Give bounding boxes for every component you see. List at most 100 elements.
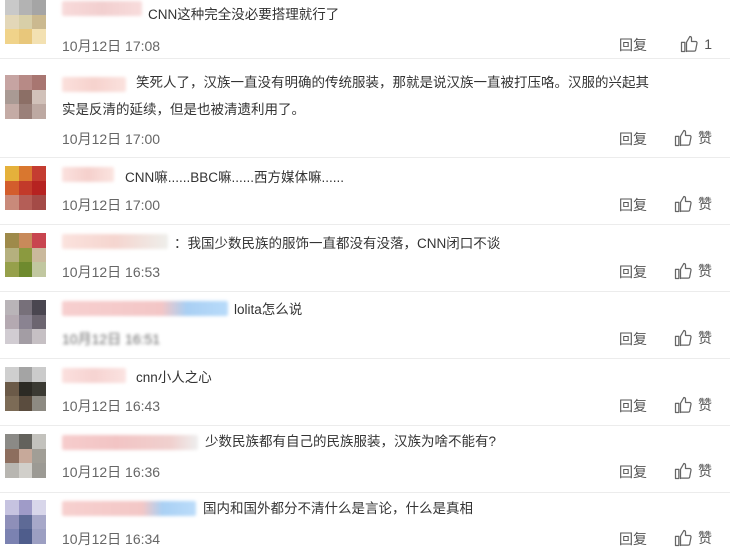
avatar-pixel <box>5 0 19 15</box>
thumbs-up-icon <box>674 462 692 480</box>
avatar-pixel <box>32 233 46 248</box>
avatar[interactable] <box>5 166 46 210</box>
username-blurred[interactable] <box>62 167 114 182</box>
avatar-pixel <box>5 314 19 330</box>
avatar-pixel <box>5 367 19 382</box>
reply-button[interactable]: 回复 <box>619 262 647 282</box>
timestamp: 10月12日 17:08 <box>62 38 161 54</box>
username-blurred[interactable] <box>62 501 196 516</box>
comment-text: 少数民族都有自己的民族服装，汉族为啥不能有? <box>205 434 497 449</box>
comment-text-line-2: 实是反清的延续，但是也被清遗利用了。 <box>62 102 305 117</box>
avatar[interactable] <box>5 434 46 478</box>
avatar-pixel <box>18 180 33 196</box>
avatar-pixel <box>5 448 19 464</box>
avatar-pixel <box>32 300 46 315</box>
like-count: 1 <box>704 36 712 52</box>
avatar-pixel <box>32 195 46 210</box>
like-button[interactable]: 1 <box>679 34 712 54</box>
like-label: 赞 <box>698 130 712 146</box>
comment-text: CNN嘛......BBC嘛......西方媒体嘛...... <box>125 170 345 185</box>
username-blurred[interactable] <box>62 234 168 249</box>
avatar-pixel <box>32 104 46 119</box>
avatar-pixel <box>32 75 46 90</box>
reply-button[interactable]: 回复 <box>619 529 647 549</box>
avatar[interactable] <box>5 500 46 544</box>
username-blurred[interactable] <box>62 301 228 316</box>
comment-item: CNN嘛......BBC嘛......西方媒体嘛...... 10月12日 1… <box>0 158 730 225</box>
avatar-pixel <box>32 14 46 30</box>
reply-button[interactable]: 回复 <box>619 195 647 215</box>
avatar-pixel <box>18 529 33 544</box>
username-blurred[interactable] <box>62 1 142 16</box>
avatar-pixel <box>18 262 33 277</box>
avatar-pixel <box>5 89 19 105</box>
comment-item: 国内和国外都分不清什么是言论，什么是真相 10月12日 16:34 回复 赞 <box>0 492 730 558</box>
avatar-pixel <box>32 329 46 344</box>
avatar-pixel <box>32 180 46 196</box>
avatar[interactable] <box>5 300 46 344</box>
avatar-pixel <box>18 514 33 530</box>
like-button[interactable]: 赞 <box>673 194 712 214</box>
avatar-pixel <box>5 329 19 344</box>
like-label: 赞 <box>698 263 712 279</box>
avatar[interactable] <box>5 233 46 277</box>
like-button[interactable]: 赞 <box>673 128 712 148</box>
avatar-pixel <box>5 500 19 515</box>
reply-button[interactable]: 回复 <box>619 396 647 416</box>
reply-button[interactable]: 回复 <box>619 462 647 482</box>
avatar-pixel <box>5 75 19 90</box>
avatar-pixel <box>5 233 19 248</box>
avatar-pixel <box>32 463 46 478</box>
avatar-pixel <box>18 434 33 449</box>
avatar[interactable] <box>5 0 46 44</box>
reply-button[interactable]: 回复 <box>619 35 647 55</box>
thumbs-up-icon <box>681 35 698 53</box>
avatar-pixel <box>5 166 19 181</box>
avatar-pixel <box>5 529 19 544</box>
avatar-pixel <box>18 233 33 248</box>
like-button[interactable]: 赞 <box>673 261 712 281</box>
like-label: 赞 <box>698 330 712 346</box>
thumbs-up-icon <box>674 129 692 147</box>
thumbs-up-icon <box>674 396 692 414</box>
timestamp: 10月12日 16:51 <box>62 331 161 347</box>
username-blurred[interactable] <box>62 435 198 450</box>
avatar-pixel <box>18 448 33 464</box>
avatar-pixel <box>32 262 46 277</box>
avatar-pixel <box>18 247 33 263</box>
thumbs-up-icon <box>674 329 692 347</box>
like-button[interactable]: 赞 <box>673 461 712 481</box>
comment-list: CNN这种完全没必要搭理就行了 10月12日 17:08 回复 1 笑死人了，汉… <box>0 0 730 558</box>
like-label: 赞 <box>698 530 712 546</box>
avatar-pixel <box>32 89 46 105</box>
username-blurred[interactable] <box>62 368 126 383</box>
like-button[interactable]: 赞 <box>673 328 712 348</box>
avatar-pixel <box>32 166 46 181</box>
like-label: 赞 <box>698 196 712 212</box>
avatar-pixel <box>32 0 46 15</box>
timestamp: 10月12日 16:53 <box>62 264 161 280</box>
like-button[interactable]: 赞 <box>673 528 712 548</box>
avatar-pixel <box>18 29 33 44</box>
comment-text: 国内和国外都分不清什么是言论，什么是真相 <box>203 501 473 516</box>
avatar-pixel <box>18 463 33 478</box>
comment-text: cnn小人之心 <box>136 370 212 385</box>
timestamp: 10月12日 16:43 <box>62 398 161 414</box>
avatar-pixel <box>18 0 33 15</box>
thumbs-up-icon <box>674 195 692 213</box>
timestamp: 10月12日 17:00 <box>62 131 161 147</box>
reply-button[interactable]: 回复 <box>619 129 647 149</box>
avatar-pixel <box>18 195 33 210</box>
timestamp: 10月12日 16:36 <box>62 464 161 480</box>
avatar-pixel <box>5 104 19 119</box>
avatar[interactable] <box>5 367 46 411</box>
avatar[interactable] <box>5 75 46 119</box>
avatar-pixel <box>5 381 19 397</box>
avatar-pixel <box>5 463 19 478</box>
avatar-pixel <box>18 367 33 382</box>
avatar-pixel <box>18 104 33 119</box>
reply-button[interactable]: 回复 <box>619 329 647 349</box>
username-blurred[interactable] <box>62 77 126 92</box>
like-button[interactable]: 赞 <box>673 395 712 415</box>
avatar-pixel <box>18 314 33 330</box>
